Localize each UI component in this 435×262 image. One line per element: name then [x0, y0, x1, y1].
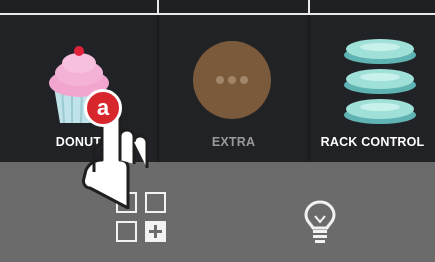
- lightbulb-icon: [304, 200, 336, 243]
- tile-rack-control[interactable]: RACK CONTROL: [310, 15, 435, 162]
- top-divider: [157, 0, 159, 13]
- more-icon: [193, 41, 271, 119]
- tile-label: EXTRA: [211, 135, 256, 149]
- tile-divider: [308, 15, 310, 162]
- oven-home-screen: DONUT EXTRA RACK CONTROL a: [0, 0, 435, 262]
- light-button[interactable]: [300, 196, 340, 246]
- tap-hand-icon: [82, 95, 149, 209]
- tile-extra[interactable]: EXTRA: [159, 15, 308, 162]
- tap-badge-letter: a: [96, 95, 110, 120]
- top-row-edge: [0, 0, 435, 13]
- tile-label: RACK CONTROL: [320, 135, 425, 149]
- top-divider: [308, 0, 310, 13]
- bottom-bar: [0, 162, 435, 262]
- tile-row: DONUT EXTRA RACK CONTROL: [0, 15, 435, 162]
- tap-badge: a: [84, 89, 122, 127]
- rack-control-icon: [344, 39, 416, 124]
